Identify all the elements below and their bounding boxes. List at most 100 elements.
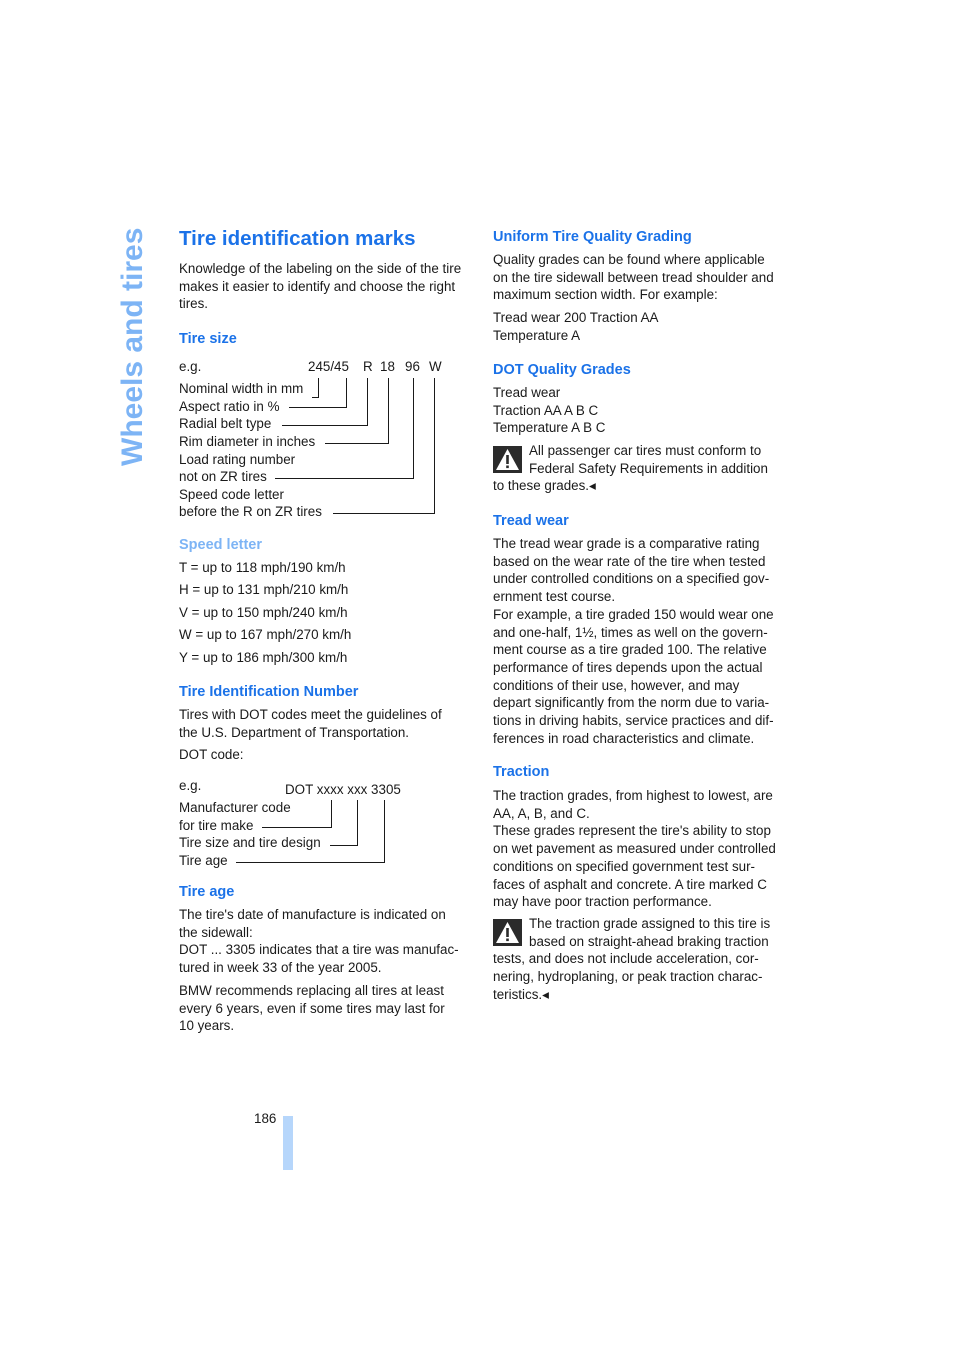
speed-letter-item: W = up to 167 mph/270 km/h xyxy=(179,627,352,642)
dot-code-example: DOT xxxx xxx 3305 xyxy=(285,782,401,797)
intro-paragraph: Knowledge of the labeling on the side of… xyxy=(179,260,461,313)
traction-line: may have poor traction performance. xyxy=(493,894,712,910)
tread-wear-line: The tread wear grade is a comparative ra… xyxy=(493,536,760,551)
tire-size-belt: R xyxy=(363,359,373,374)
chapter-side-tab-label: Wheels and tires xyxy=(116,227,149,466)
tire-age-line: every 6 years, even if some tires may la… xyxy=(179,1000,445,1016)
traction-warning-line: teristics.◂ xyxy=(493,987,549,1002)
connector-line xyxy=(384,800,385,863)
connector-line xyxy=(325,443,388,444)
utqg-example-line: Temperature A xyxy=(493,327,581,343)
page-title: Tire identification marks xyxy=(179,227,416,250)
tread-wear-line: depart significantly from the norm due t… xyxy=(493,695,770,711)
dot-grades-warning-line: All passenger car tires must conform to xyxy=(529,443,762,458)
page-marker-bar xyxy=(283,1116,293,1170)
dot-grade-item: Temperature A B C xyxy=(493,420,606,436)
utqg-example: Tread wear 200 Traction AA Temperature A xyxy=(493,309,659,344)
tread-wear-line: under controlled conditions on a specifi… xyxy=(493,571,770,587)
tire-age-line: BMW recommends replacing all tires at le… xyxy=(179,983,444,998)
tire-age-line: tured in week 33 of the year 2005. xyxy=(179,960,382,976)
utqg-line: Quality grades can be found where applic… xyxy=(493,252,765,267)
chapter-side-tab: Wheels and tires xyxy=(112,227,152,470)
dot-code-label: DOT code: xyxy=(179,747,244,762)
utqg-line: on the tire sidewall between tread shoul… xyxy=(493,269,774,285)
tire-size-eg: e.g. xyxy=(179,359,202,374)
tread-wear-line: performance of tires depends upon the ac… xyxy=(493,659,763,675)
tire-size-width-ratio: 245/45 xyxy=(308,359,349,374)
connector-line xyxy=(367,378,368,426)
dot-grades-heading: DOT Quality Grades xyxy=(493,362,631,378)
speed-letter-item: T = up to 118 mph/190 km/h xyxy=(179,560,346,575)
traction-line: on wet pavement as measured under contro… xyxy=(493,841,776,857)
traction-warning-line: tests, and does not include acceleration… xyxy=(493,951,759,966)
speed-letter-heading: Speed letter xyxy=(179,537,262,553)
dot-grades-list: Tread wear Traction AA A B C Temperature… xyxy=(493,384,605,437)
tread-wear-line: ernment test course. xyxy=(493,589,616,605)
connector-line xyxy=(333,513,435,514)
tire-age-line: The tire's date of manufacture is indica… xyxy=(179,907,446,922)
traction-paragraph: The traction grades, from highest to low… xyxy=(493,787,776,911)
connector-line xyxy=(346,378,347,408)
dot-grade-item: Tread wear xyxy=(493,385,561,400)
label-load-rating: Load rating number xyxy=(179,452,296,467)
dot-eg: e.g. xyxy=(179,778,202,793)
connector-line xyxy=(357,800,358,846)
tin-line: the U.S. Department of Transportation. xyxy=(179,724,409,740)
traction-line: conditions on specified government test … xyxy=(493,858,756,874)
tire-size-load: 96 xyxy=(405,359,420,374)
label-rim-diameter: Rim diameter in inches xyxy=(179,434,316,449)
label-manufacturer-code: Manufacturer code xyxy=(179,800,291,815)
tread-wear-paragraph: The tread wear grade is a comparative ra… xyxy=(493,535,774,747)
traction-warning-line: based on straight-ahead braking traction xyxy=(529,934,769,949)
intro-line: Knowledge of the labeling on the side of… xyxy=(179,261,462,276)
label-tire-age: Tire age xyxy=(179,853,228,868)
tread-wear-heading: Tread wear xyxy=(493,513,569,529)
dot-grades-warning-line: to these grades.◂ xyxy=(493,478,596,493)
traction-warning-line: nering, hydroplaning, or peak traction c… xyxy=(493,969,763,984)
traction-line: These grades represent the tire's abilit… xyxy=(493,823,771,839)
traction-line: faces of asphalt and concrete. A tire ma… xyxy=(493,876,767,892)
connector-line xyxy=(262,827,332,828)
tire-age-line: 10 years. xyxy=(179,1018,235,1034)
label-speed-code: Speed code letter xyxy=(179,487,284,502)
tire-size-speed: W xyxy=(429,359,442,374)
dot-grade-item: Traction AA A B C xyxy=(493,402,599,418)
page-number: 186 xyxy=(254,1111,277,1126)
traction-line: AA, A, B, and C. xyxy=(493,805,590,821)
label-manufacturer-code-note: for tire make xyxy=(179,818,254,833)
connector-line xyxy=(236,862,385,863)
utqg-heading: Uniform Tire Quality Grading xyxy=(493,229,692,245)
connector-line xyxy=(275,478,414,479)
tire-size-rim: 18 xyxy=(380,359,395,374)
connector-line xyxy=(282,425,367,426)
traction-line: The traction grades, from highest to low… xyxy=(493,788,773,803)
tin-line: Tires with DOT codes meet the guidelines… xyxy=(179,707,442,722)
tread-wear-line: ferences in road characteristics and cli… xyxy=(493,730,755,746)
tire-age-heading: Tire age xyxy=(179,884,235,900)
connector-line xyxy=(318,378,319,398)
warning-triangle-icon xyxy=(493,919,522,946)
speed-letter-item: H = up to 131 mph/210 km/h xyxy=(179,582,349,597)
tire-age-line: DOT ... 3305 indicates that a tire was m… xyxy=(179,942,459,958)
label-aspect-ratio: Aspect ratio in % xyxy=(179,399,280,414)
label-tire-size-design: Tire size and tire design xyxy=(179,835,321,850)
connector-line xyxy=(330,845,358,846)
dot-grades-warning-line: Federal Safety Requirements in addition xyxy=(529,461,768,476)
utqg-line: maximum section width. For example: xyxy=(493,287,718,303)
speed-letter-item: Y = up to 186 mph/300 km/h xyxy=(179,650,348,665)
tread-wear-line: tions in driving habits, service practic… xyxy=(493,713,774,729)
tin-paragraph: Tires with DOT codes meet the guidelines… xyxy=(179,706,442,741)
label-load-rating-note: not on ZR tires xyxy=(179,469,267,484)
connector-line xyxy=(289,407,347,408)
connector-line xyxy=(388,378,389,444)
tire-size-heading: Tire size xyxy=(179,331,237,347)
connector-line xyxy=(331,800,332,828)
intro-line: tires. xyxy=(179,296,209,312)
label-radial-belt: Radial belt type xyxy=(179,416,272,431)
intro-line: makes it easier to identify and choose t… xyxy=(179,278,456,294)
tread-wear-line: ment course as a tire graded 100. The re… xyxy=(493,642,767,658)
tin-heading: Tire Identification Number xyxy=(179,684,359,700)
tread-wear-line: conditions of their use, however, and ma… xyxy=(493,677,740,693)
tire-age-paragraph: The tire's date of manufacture is indica… xyxy=(179,906,459,977)
tire-age-recommendation: BMW recommends replacing all tires at le… xyxy=(179,982,445,1035)
